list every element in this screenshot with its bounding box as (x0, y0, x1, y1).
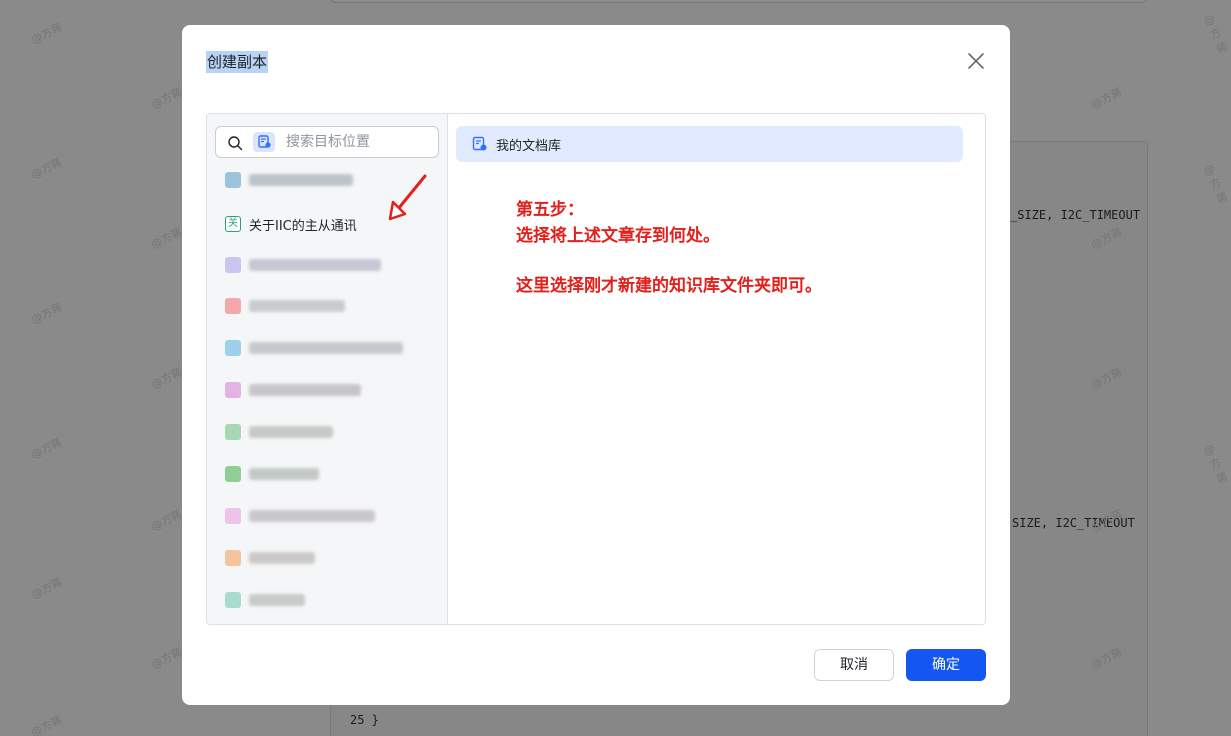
location-picker: 关 关于IIC的主从通讯 (206, 113, 986, 625)
library-icon (225, 257, 241, 273)
library-icon (225, 298, 241, 314)
annotation-instruction: 选择将上述文章存到何处。 (516, 226, 720, 246)
annotation-step: 第五步： (516, 200, 584, 220)
library-item[interactable] (207, 370, 448, 410)
confirm-button[interactable]: 确定 (906, 649, 986, 681)
search-box[interactable] (215, 126, 439, 158)
location-detail-pane: 我的文档库 第五步： 选择将上述文章存到何处。 这里选择刚才新建的知识库文件夹即… (448, 114, 985, 624)
annotation-note: 这里选择刚才新建的知识库文件夹即可。 (516, 276, 822, 296)
create-copy-dialog: 创建副本 搜索目标位置 关 关于IIC的主从通讯 我的文档库 第五步： 选择将上… (182, 25, 1010, 705)
cancel-button[interactable]: 取消 (814, 649, 894, 681)
library-item[interactable] (207, 328, 448, 368)
document-library-icon (472, 136, 487, 151)
search-input[interactable] (286, 127, 434, 157)
library-item[interactable] (207, 454, 448, 494)
library-icon (225, 550, 241, 566)
library-icon (225, 340, 241, 356)
library-label-blurred (249, 552, 315, 564)
close-icon (968, 53, 984, 69)
library-label-blurred (249, 259, 381, 271)
library-label: 关于IIC的主从通讯 (249, 219, 357, 234)
library-icon (225, 382, 241, 398)
library-label-blurred (249, 468, 319, 480)
library-label-blurred (249, 384, 361, 396)
library-icon (225, 466, 241, 482)
close-button[interactable] (966, 51, 986, 71)
library-label-blurred (249, 426, 333, 438)
selected-location-label: 我的文档库 (496, 139, 562, 154)
dialog-title: 创建副本 (206, 51, 269, 73)
library-item[interactable] (207, 538, 448, 578)
library-icon (225, 508, 241, 524)
knowledge-base-scope-icon[interactable] (253, 132, 275, 152)
library-item[interactable] (207, 245, 448, 285)
search-icon (228, 136, 243, 151)
library-icon (225, 172, 241, 188)
annotation-arrow-icon (388, 174, 427, 221)
library-item[interactable] (207, 412, 448, 452)
library-item[interactable] (207, 286, 448, 326)
selected-location-my-library[interactable]: 我的文档库 (456, 126, 963, 162)
library-label-blurred (249, 174, 353, 186)
library-label-blurred (249, 342, 403, 354)
library-label-blurred (249, 594, 305, 606)
library-icon (225, 424, 241, 440)
library-item[interactable] (207, 496, 448, 536)
library-icon: 关 (225, 216, 241, 232)
library-label-blurred (249, 300, 345, 312)
library-item[interactable] (207, 580, 448, 620)
library-label-blurred (249, 510, 375, 522)
library-icon (225, 592, 241, 608)
